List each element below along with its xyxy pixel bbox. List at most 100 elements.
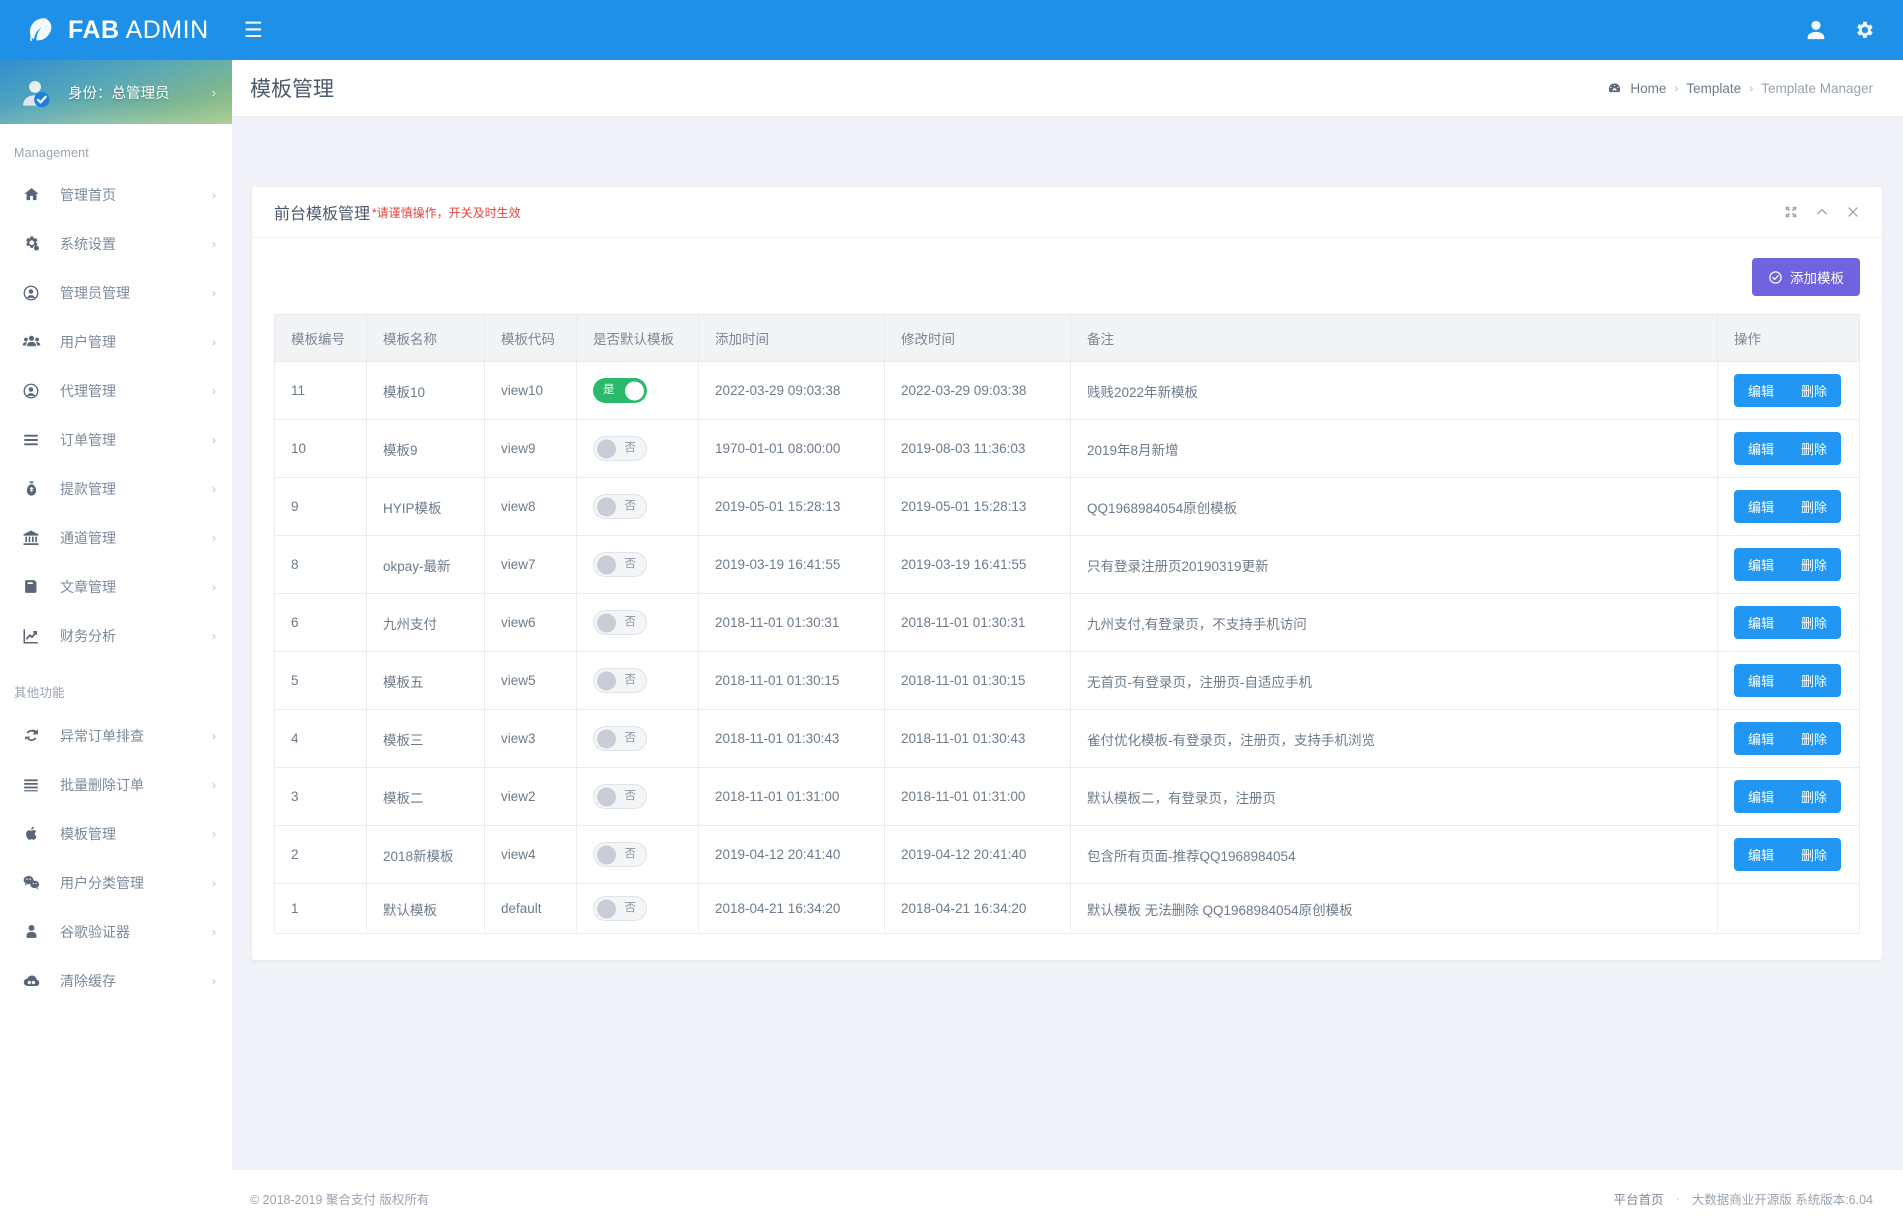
chevron-up-icon[interactable] [1815, 205, 1829, 219]
sidebar-item-dashboard[interactable]: 管理首页 › [0, 170, 232, 219]
cell-name: 模板10 [366, 361, 485, 420]
default-template-toggle[interactable]: 否 [593, 784, 647, 809]
cell-actions: 编辑 删除 [1717, 477, 1860, 536]
sidebar-item-clear-cache[interactable]: 清除缓存 › [0, 956, 232, 1005]
column-header-modified: 修改时间 [884, 314, 1071, 362]
breadcrumb-item-home[interactable]: Home [1630, 81, 1666, 96]
edit-button[interactable]: 编辑 [1734, 722, 1789, 755]
chevron-right-icon: › [212, 187, 216, 202]
sidebar-item-batch-delete-orders[interactable]: 批量删除订单 › [0, 760, 232, 809]
expand-icon[interactable] [1784, 205, 1798, 219]
footer-link-platform-home[interactable]: 平台首页 [1614, 1189, 1664, 1208]
toggle-knob [597, 729, 616, 748]
delete-button[interactable]: 删除 [1788, 664, 1842, 697]
sidebar-item-order-management[interactable]: 订单管理 › [0, 415, 232, 464]
edit-button[interactable]: 编辑 [1734, 490, 1789, 523]
chevron-right-icon: › [212, 579, 216, 594]
edit-button[interactable]: 编辑 [1734, 548, 1789, 581]
delete-button[interactable]: 删除 [1788, 606, 1842, 639]
cell-actions: 编辑 删除 [1717, 593, 1860, 652]
sidebar-item-template-management[interactable]: 模板管理 › [0, 809, 232, 858]
delete-button[interactable]: 删除 [1788, 780, 1842, 813]
chevron-right-icon: › [212, 236, 216, 251]
sidebar-item-user-category-management[interactable]: 用户分类管理 › [0, 858, 232, 907]
page-footer: © 2018-2019 聚合支付 版权所有 平台首页 · 大数据商业开源版 系统… [232, 1169, 1903, 1227]
edit-button[interactable]: 编辑 [1734, 606, 1789, 639]
cell-modified-time: 2019-04-12 20:41:40 [884, 825, 1071, 884]
cell-code: view2 [484, 767, 577, 826]
close-icon[interactable] [1846, 205, 1860, 219]
sidebar-item-article-management[interactable]: 文章管理 › [0, 562, 232, 611]
breadcrumb-item-template[interactable]: Template [1686, 81, 1741, 96]
sidebar-item-agent-management[interactable]: 代理管理 › [0, 366, 232, 415]
default-template-toggle[interactable]: 否 [593, 436, 647, 461]
sidebar-item-abnormal-order-check[interactable]: 异常订单排查 › [0, 711, 232, 760]
cell-name: 模板9 [366, 419, 485, 478]
cell-added-time: 1970-01-01 08:00:00 [698, 419, 885, 478]
delete-button[interactable]: 删除 [1788, 490, 1842, 523]
table-row: 4 模板三 view3 否 2018-11-01 01:30:43 2018-11-01 … [274, 709, 1860, 768]
delete-button[interactable]: 删除 [1788, 838, 1842, 871]
edit-button[interactable]: 编辑 [1734, 838, 1789, 871]
sidebar-item-label: 代理管理 [60, 382, 116, 399]
sidebar-item-admin-management[interactable]: 管理员管理 › [0, 268, 232, 317]
page-title: 模板管理 [250, 78, 334, 101]
toggle-label: 否 [624, 441, 637, 454]
default-template-toggle[interactable]: 是 [593, 378, 647, 403]
cell-code: view6 [484, 593, 577, 652]
footer-version: 大数据商业开源版 系统版本:6.04 [1691, 1193, 1873, 1207]
default-template-toggle[interactable]: 否 [593, 668, 647, 693]
cell-modified-time: 2019-03-19 16:41:55 [884, 535, 1071, 594]
delete-button[interactable]: 删除 [1788, 722, 1842, 755]
default-template-toggle[interactable]: 否 [593, 610, 647, 635]
add-template-button[interactable]: 添加模板 [1752, 258, 1860, 296]
edit-button[interactable]: 编辑 [1734, 374, 1789, 407]
edit-button[interactable]: 编辑 [1734, 432, 1789, 465]
default-template-toggle[interactable]: 否 [593, 726, 647, 751]
cell-remark: QQ1968984054原创模板 [1070, 477, 1718, 536]
toggle-knob [597, 845, 616, 864]
toggle-knob [597, 899, 616, 918]
delete-button[interactable]: 删除 [1788, 432, 1842, 465]
hamburger-icon[interactable]: ☰ [232, 12, 275, 49]
edit-button[interactable]: 编辑 [1734, 780, 1789, 813]
cell-modified-time: 2018-11-01 01:30:31 [884, 593, 1071, 652]
sidebar-item-user-management[interactable]: 用户管理 › [0, 317, 232, 366]
card-toolbar: 添加模板 [274, 258, 1860, 296]
delete-button[interactable]: 删除 [1788, 374, 1842, 407]
breadcrumb-item-current: Template Manager [1761, 80, 1873, 96]
user-circle-icon [20, 282, 42, 304]
gears-icon [20, 233, 42, 255]
cell-default: 否 [576, 709, 699, 768]
toggle-label: 否 [624, 615, 637, 628]
sidebar-item-label: 用户分类管理 [60, 874, 144, 891]
column-header-id: 模板编号 [274, 314, 367, 362]
cell-actions: 编辑 删除 [1717, 767, 1860, 826]
toggle-knob [597, 671, 616, 690]
cell-id: 10 [274, 419, 367, 478]
edit-button[interactable]: 编辑 [1734, 664, 1789, 697]
user-icon[interactable] [1805, 19, 1827, 41]
sidebar-item-withdraw-management[interactable]: 提款管理 › [0, 464, 232, 513]
default-template-toggle[interactable]: 否 [593, 552, 647, 577]
gear-icon[interactable] [1853, 19, 1875, 41]
cell-code: view8 [484, 477, 577, 536]
default-template-toggle[interactable]: 否 [593, 494, 647, 519]
sidebar-item-label: 管理员管理 [60, 284, 130, 301]
cell-code: view4 [484, 825, 577, 884]
sidebar-item-google-authenticator[interactable]: 谷歌验证器 › [0, 907, 232, 956]
sidebar-item-label: 系统设置 [60, 235, 116, 252]
sidebar-item-financial-analysis[interactable]: 财务分析 › [0, 611, 232, 660]
default-template-toggle[interactable]: 否 [593, 842, 647, 867]
sidebar-item-channel-management[interactable]: 通道管理 › [0, 513, 232, 562]
delete-button[interactable]: 删除 [1788, 548, 1842, 581]
sidebar-item-system-settings[interactable]: 系统设置 › [0, 219, 232, 268]
cell-remark: 默认模板 无法删除 QQ1968984054原创模板 [1070, 883, 1718, 934]
default-template-toggle[interactable]: 否 [593, 896, 647, 921]
book-icon [20, 576, 42, 598]
table-row: 6 九州支付 view6 否 2018-11-01 01:30:31 2018-11-01… [274, 593, 1860, 652]
template-manager-card: 前台模板管理 *请谨慎操作，开关及时生效 添加模板 模板编号 模板名称 模板代码… [252, 187, 1882, 960]
brand-logo-area[interactable]: FAB ADMIN [0, 0, 232, 60]
cell-remark: 贱贱2022年新模板 [1070, 361, 1718, 420]
sidebar-profile[interactable]: 身份：总管理员 › [0, 60, 232, 124]
